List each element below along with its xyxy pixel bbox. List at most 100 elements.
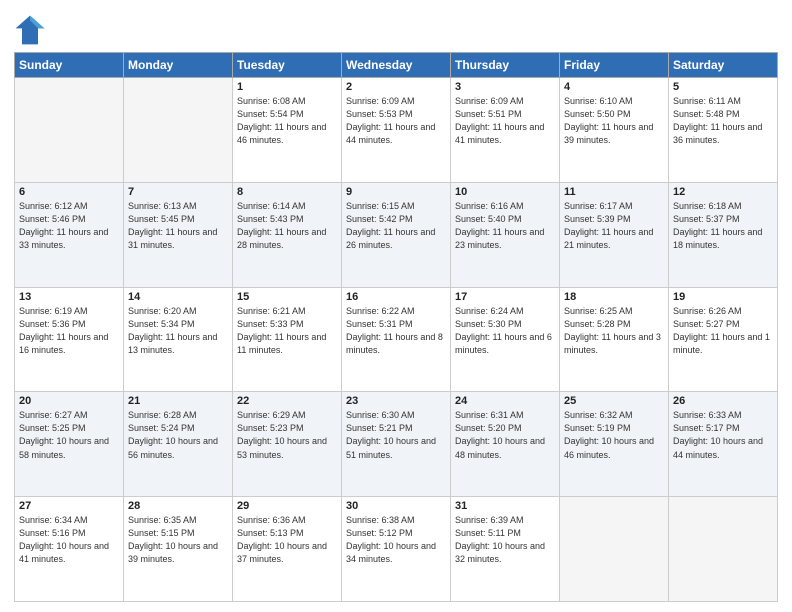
calendar-cell <box>15 78 124 183</box>
calendar-cell: 12Sunrise: 6:18 AM Sunset: 5:37 PM Dayli… <box>669 182 778 287</box>
day-number: 22 <box>237 395 337 407</box>
day-info: Sunrise: 6:33 AM Sunset: 5:17 PM Dayligh… <box>673 409 773 461</box>
day-number: 26 <box>673 395 773 407</box>
page: SundayMondayTuesdayWednesdayThursdayFrid… <box>0 0 792 612</box>
calendar-cell: 16 Sunrise: 6:22 AM Sunset: 5:31 PM Dayli… <box>342 287 451 392</box>
calendar-cell: 19Sunrise: 6:26 AM Sunset: 5:27 PM Dayli… <box>669 287 778 392</box>
weekday-header-saturday: Saturday <box>669 53 778 78</box>
day-number: 1 <box>237 81 337 93</box>
calendar-cell: 2Sunrise: 6:09 AM Sunset: 5:53 PM Daylig… <box>342 78 451 183</box>
day-number: 14 <box>128 291 228 303</box>
day-info: Sunrise: 6:29 AM Sunset: 5:23 PM Dayligh… <box>237 409 337 461</box>
day-info: Sunrise: 6:18 AM Sunset: 5:37 PM Dayligh… <box>673 200 773 252</box>
day-number: 13 <box>19 291 119 303</box>
day-info: Sunrise: 6:08 AM Sunset: 5:54 PM Dayligh… <box>237 95 337 147</box>
week-row-2: 6Sunrise: 6:12 AM Sunset: 5:46 PM Daylig… <box>15 182 778 287</box>
weekday-header-sunday: Sunday <box>15 53 124 78</box>
day-info: Sunrise: 6:31 AM Sunset: 5:20 PM Dayligh… <box>455 409 555 461</box>
day-number: 2 <box>346 81 446 93</box>
calendar-cell: 13 Sunrise: 6:19 AM Sunset: 5:36 PM Dayli… <box>15 287 124 392</box>
weekday-header-friday: Friday <box>560 53 669 78</box>
calendar-cell: 1 Sunrise: 6:08 AM Sunset: 5:54 PM Daylig… <box>233 78 342 183</box>
day-number: 7 <box>128 186 228 198</box>
week-row-1: 1 Sunrise: 6:08 AM Sunset: 5:54 PM Daylig… <box>15 78 778 183</box>
calendar-cell: 9 Sunrise: 6:15 AM Sunset: 5:42 PM Daylig… <box>342 182 451 287</box>
day-info: Sunrise: 6:34 AM Sunset: 5:16 PM Dayligh… <box>19 514 119 566</box>
logo-icon <box>14 14 46 46</box>
day-info: Sunrise: 6:13 AM Sunset: 5:45 PM Dayligh… <box>128 200 228 252</box>
calendar-cell: 22 Sunrise: 6:29 AM Sunset: 5:23 PM Dayli… <box>233 392 342 497</box>
day-number: 17 <box>455 291 555 303</box>
calendar-cell: 18 Sunrise: 6:25 AM Sunset: 5:28 PM Dayli… <box>560 287 669 392</box>
calendar-cell: 7 Sunrise: 6:13 AM Sunset: 5:45 PM Daylig… <box>124 182 233 287</box>
header <box>14 10 778 46</box>
day-info: Sunrise: 6:32 AM Sunset: 5:19 PM Dayligh… <box>564 409 664 461</box>
day-info: Sunrise: 6:11 AM Sunset: 5:48 PM Dayligh… <box>673 95 773 147</box>
day-number: 5 <box>673 81 773 93</box>
day-number: 24 <box>455 395 555 407</box>
calendar-cell: 25 Sunrise: 6:32 AM Sunset: 5:19 PM Dayli… <box>560 392 669 497</box>
calendar-cell: 31Sunrise: 6:39 AM Sunset: 5:11 PM Dayli… <box>451 497 560 602</box>
calendar-cell: 6Sunrise: 6:12 AM Sunset: 5:46 PM Daylig… <box>15 182 124 287</box>
day-number: 4 <box>564 81 664 93</box>
day-info: Sunrise: 6:15 AM Sunset: 5:42 PM Dayligh… <box>346 200 446 252</box>
day-info: Sunrise: 6:35 AM Sunset: 5:15 PM Dayligh… <box>128 514 228 566</box>
calendar-cell: 4 Sunrise: 6:10 AM Sunset: 5:50 PM Daylig… <box>560 78 669 183</box>
calendar-cell <box>669 497 778 602</box>
calendar-cell: 11 Sunrise: 6:17 AM Sunset: 5:39 PM Dayli… <box>560 182 669 287</box>
day-number: 31 <box>455 500 555 512</box>
logo <box>14 14 50 46</box>
day-info: Sunrise: 6:28 AM Sunset: 5:24 PM Dayligh… <box>128 409 228 461</box>
day-info: Sunrise: 6:38 AM Sunset: 5:12 PM Dayligh… <box>346 514 446 566</box>
day-info: Sunrise: 6:19 AM Sunset: 5:36 PM Dayligh… <box>19 305 119 357</box>
day-number: 8 <box>237 186 337 198</box>
day-number: 9 <box>346 186 446 198</box>
day-info: Sunrise: 6:22 AM Sunset: 5:31 PM Dayligh… <box>346 305 446 357</box>
day-number: 25 <box>564 395 664 407</box>
weekday-header-wednesday: Wednesday <box>342 53 451 78</box>
day-info: Sunrise: 6:25 AM Sunset: 5:28 PM Dayligh… <box>564 305 664 357</box>
calendar-cell: 15 Sunrise: 6:21 AM Sunset: 5:33 PM Dayli… <box>233 287 342 392</box>
day-number: 18 <box>564 291 664 303</box>
day-number: 6 <box>19 186 119 198</box>
weekday-header-monday: Monday <box>124 53 233 78</box>
day-number: 20 <box>19 395 119 407</box>
day-number: 15 <box>237 291 337 303</box>
day-info: Sunrise: 6:20 AM Sunset: 5:34 PM Dayligh… <box>128 305 228 357</box>
day-info: Sunrise: 6:24 AM Sunset: 5:30 PM Dayligh… <box>455 305 555 357</box>
day-number: 16 <box>346 291 446 303</box>
calendar-cell: 30Sunrise: 6:38 AM Sunset: 5:12 PM Dayli… <box>342 497 451 602</box>
day-number: 23 <box>346 395 446 407</box>
calendar-cell: 24 Sunrise: 6:31 AM Sunset: 5:20 PM Dayli… <box>451 392 560 497</box>
week-row-4: 20 Sunrise: 6:27 AM Sunset: 5:25 PM Dayli… <box>15 392 778 497</box>
calendar-cell: 23Sunrise: 6:30 AM Sunset: 5:21 PM Dayli… <box>342 392 451 497</box>
weekday-header-thursday: Thursday <box>451 53 560 78</box>
day-info: Sunrise: 6:21 AM Sunset: 5:33 PM Dayligh… <box>237 305 337 357</box>
day-number: 21 <box>128 395 228 407</box>
day-info: Sunrise: 6:17 AM Sunset: 5:39 PM Dayligh… <box>564 200 664 252</box>
calendar-cell: 27Sunrise: 6:34 AM Sunset: 5:16 PM Dayli… <box>15 497 124 602</box>
calendar-cell: 29 Sunrise: 6:36 AM Sunset: 5:13 PM Dayli… <box>233 497 342 602</box>
calendar-table: SundayMondayTuesdayWednesdayThursdayFrid… <box>14 52 778 602</box>
day-info: Sunrise: 6:09 AM Sunset: 5:51 PM Dayligh… <box>455 95 555 147</box>
day-info: Sunrise: 6:36 AM Sunset: 5:13 PM Dayligh… <box>237 514 337 566</box>
weekday-header-row: SundayMondayTuesdayWednesdayThursdayFrid… <box>15 53 778 78</box>
day-info: Sunrise: 6:14 AM Sunset: 5:43 PM Dayligh… <box>237 200 337 252</box>
calendar-cell: 10Sunrise: 6:16 AM Sunset: 5:40 PM Dayli… <box>451 182 560 287</box>
calendar-cell <box>124 78 233 183</box>
week-row-5: 27Sunrise: 6:34 AM Sunset: 5:16 PM Dayli… <box>15 497 778 602</box>
calendar-cell: 26 Sunrise: 6:33 AM Sunset: 5:17 PM Dayli… <box>669 392 778 497</box>
day-number: 28 <box>128 500 228 512</box>
day-number: 29 <box>237 500 337 512</box>
calendar-cell: 5 Sunrise: 6:11 AM Sunset: 5:48 PM Daylig… <box>669 78 778 183</box>
day-number: 11 <box>564 186 664 198</box>
day-info: Sunrise: 6:27 AM Sunset: 5:25 PM Dayligh… <box>19 409 119 461</box>
calendar-cell <box>560 497 669 602</box>
day-info: Sunrise: 6:16 AM Sunset: 5:40 PM Dayligh… <box>455 200 555 252</box>
calendar-cell: 28 Sunrise: 6:35 AM Sunset: 5:15 PM Dayli… <box>124 497 233 602</box>
calendar-cell: 21 Sunrise: 6:28 AM Sunset: 5:24 PM Dayli… <box>124 392 233 497</box>
day-info: Sunrise: 6:10 AM Sunset: 5:50 PM Dayligh… <box>564 95 664 147</box>
day-number: 19 <box>673 291 773 303</box>
calendar-cell: 3Sunrise: 6:09 AM Sunset: 5:51 PM Daylig… <box>451 78 560 183</box>
calendar-cell: 20 Sunrise: 6:27 AM Sunset: 5:25 PM Dayli… <box>15 392 124 497</box>
